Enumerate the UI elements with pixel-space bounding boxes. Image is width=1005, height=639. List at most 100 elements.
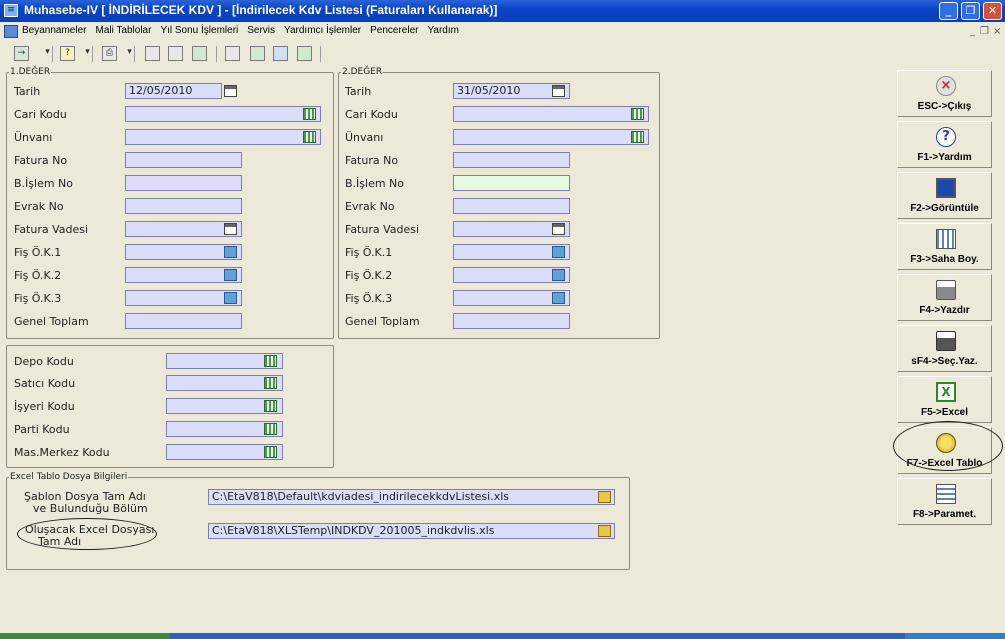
lookup-grid-icon[interactable] [303,108,316,120]
isyeri-kodu-label: İşyeri Kodu [14,400,75,413]
help-tool-icon[interactable]: ? [60,46,75,61]
deger1-tarih-input[interactable]: 12/05/2010 [125,83,222,99]
parti-kodu-label: Parti Kodu [14,423,70,436]
deger2-genel-toplam-label: Genel Toplam [345,315,420,328]
columns-icon [936,229,956,249]
f3-saha-boy-button[interactable]: F3->Saha Boy. [897,223,992,270]
deger1-fatura-no-label: Fatura No [14,154,68,167]
print-tool-icon[interactable]: ⎙ [102,46,117,61]
f4-yazdir-button[interactable]: F4->Yazdır [897,274,992,321]
f2-goruntule-button[interactable]: F2->Görüntüle [897,172,992,219]
select-list-icon[interactable] [224,269,237,281]
minimize-button[interactable]: _ [939,2,958,20]
lookup-grid-icon[interactable] [264,355,277,367]
olusacak-path-input[interactable]: C:\EtaV818\XLSTemp\INDKDV_201005_indkdvl… [208,523,615,539]
window-cascade-icon[interactable] [168,46,183,61]
deger2-genel-toplam-input[interactable] [453,313,570,329]
esc-cikis-button[interactable]: × ESC->Çıkış [897,70,992,117]
lookup-grid-icon[interactable] [631,108,644,120]
mdi-restore-button[interactable]: ❐ [980,26,989,37]
deger1-genel-toplam-label: Genel Toplam [14,315,89,328]
sidebar-button-label: F2->Görüntüle [910,203,979,214]
deger2-unvani-input[interactable] [453,129,649,145]
select-list-icon[interactable] [552,292,565,304]
lookup-grid-icon[interactable] [303,131,316,143]
spreadsheet-tool-icon[interactable] [297,46,312,61]
sablon-path-input[interactable]: C:\EtaV818\Default\kdviadesi_indirilecek… [208,489,615,505]
search-folder-icon[interactable] [598,525,611,537]
menu-yardim[interactable]: Yardım [427,25,459,36]
deger1-genel-toplam-input[interactable] [125,313,242,329]
deger1-unvani-input[interactable] [125,129,321,145]
deger1-cari-kodu-input[interactable] [125,106,321,122]
select-list-icon[interactable] [224,246,237,258]
deger2-fatura-no-input[interactable] [453,152,570,168]
grid-tool-icon[interactable] [192,46,207,61]
deger2-evrak-no-input[interactable] [453,198,570,214]
deger2-unvani-label: Ünvanı [345,131,384,144]
deger2-bislem-no-input[interactable] [453,175,570,191]
deger1-evrak-no-input[interactable] [125,198,242,214]
toolbar: → ▾ ? ▾ ⎙ ▾ [0,42,1005,67]
sidebar-button-label: sF4->Seç.Yaz. [911,356,978,367]
satici-kodu-label: Satıcı Kodu [14,377,76,390]
help-icon: ? [936,127,956,147]
deger1-evrak-no-label: Evrak No [14,200,64,213]
lookup-grid-icon[interactable] [631,131,644,143]
menu-beyannameler[interactable]: Beyannameler [22,25,86,36]
select-list-icon[interactable] [224,292,237,304]
lookup-grid-icon[interactable] [264,446,277,458]
deger1-bislem-no-label: B.İşlem No [14,177,74,190]
sidebar-button-label: F8->Paramet. [912,509,977,520]
form-area: 1.DEĞER Tarih 12/05/2010 Cari Kodu Ünvan… [0,66,1005,639]
close-button[interactable]: ✕ [983,2,1002,20]
menu-bar: Beyannameler Mali Tablolar Yıl Sonu İşle… [0,22,1005,43]
menu-yardimci-islemler[interactable]: Yardımcı İşlemler [284,25,361,36]
lookup-grid-icon[interactable] [264,423,277,435]
sf4-sec-yaz-button[interactable]: sF4->Seç.Yaz. [897,325,992,372]
view-tool-icon[interactable] [273,46,288,61]
menu-servis[interactable]: Servis [247,25,275,36]
sablon-label-2: ve Bulunduğu Bölüm [33,502,148,515]
select-print-icon [936,331,956,351]
calendar-tool-icon[interactable] [225,46,240,61]
highlight-ellipse [17,518,157,550]
sidebar-button-label: ESC->Çıkış [917,101,972,112]
deger2-fatura-vadesi-label: Fatura Vadesi [345,223,420,236]
window-title-bar[interactable]: ≡ Muhasebe-IV [ İNDİRİLECEK KDV ] - [İnd… [0,0,1005,22]
window-title: Muhasebe-IV [ İNDİRİLECEK KDV ] - [İndir… [24,3,498,17]
calendar-icon[interactable] [224,85,237,97]
deger1-fatura-no-input[interactable] [125,152,242,168]
select-list-icon[interactable] [552,246,565,258]
deger2-cari-kodu-input[interactable] [453,106,649,122]
table-tool-icon[interactable] [250,46,265,61]
menu-yil-sonu-islemleri[interactable]: Yıl Sonu İşlemleri [160,25,238,36]
f5-excel-button[interactable]: X F5->Excel [897,376,992,423]
lookup-grid-icon[interactable] [264,377,277,389]
maximize-button[interactable]: ❐ [961,2,980,20]
depo-kodu-label: Depo Kodu [14,355,74,368]
menu-mali-tablolar[interactable]: Mali Tablolar [95,25,151,36]
deger1-fis-ok3-label: Fiş Ö.K.3 [14,292,62,305]
deger1-fis-ok2-label: Fiş Ö.K.2 [14,269,62,282]
f1-yardim-button[interactable]: ? F1->Yardım [897,121,992,168]
menu-pencereler[interactable]: Pencereler [370,25,418,36]
mdi-close-button[interactable]: × [993,26,1001,37]
calendar-icon[interactable] [552,85,565,97]
select-list-icon[interactable] [552,269,565,281]
deger2-fis-ok3-label: Fiş Ö.K.3 [345,292,393,305]
mdi-minimize-button[interactable]: _ [970,26,975,37]
calendar-icon[interactable] [224,223,237,235]
deger2-fis-ok2-label: Fiş Ö.K.2 [345,269,393,282]
deger2-bislem-no-label: B.İşlem No [345,177,405,190]
deger2-evrak-no-label: Evrak No [345,200,395,213]
window-tile-icon[interactable] [145,46,160,61]
deger1-unvani-label: Ünvanı [14,131,53,144]
lookup-grid-icon[interactable] [264,400,277,412]
open-folder-icon[interactable] [598,491,611,503]
mdi-child-icon[interactable] [4,25,18,38]
exit-tool-icon[interactable]: → [14,46,29,61]
deger1-bislem-no-input[interactable] [125,175,242,191]
calendar-icon[interactable] [552,223,565,235]
f8-paramet-button[interactable]: F8->Paramet. [897,478,992,525]
